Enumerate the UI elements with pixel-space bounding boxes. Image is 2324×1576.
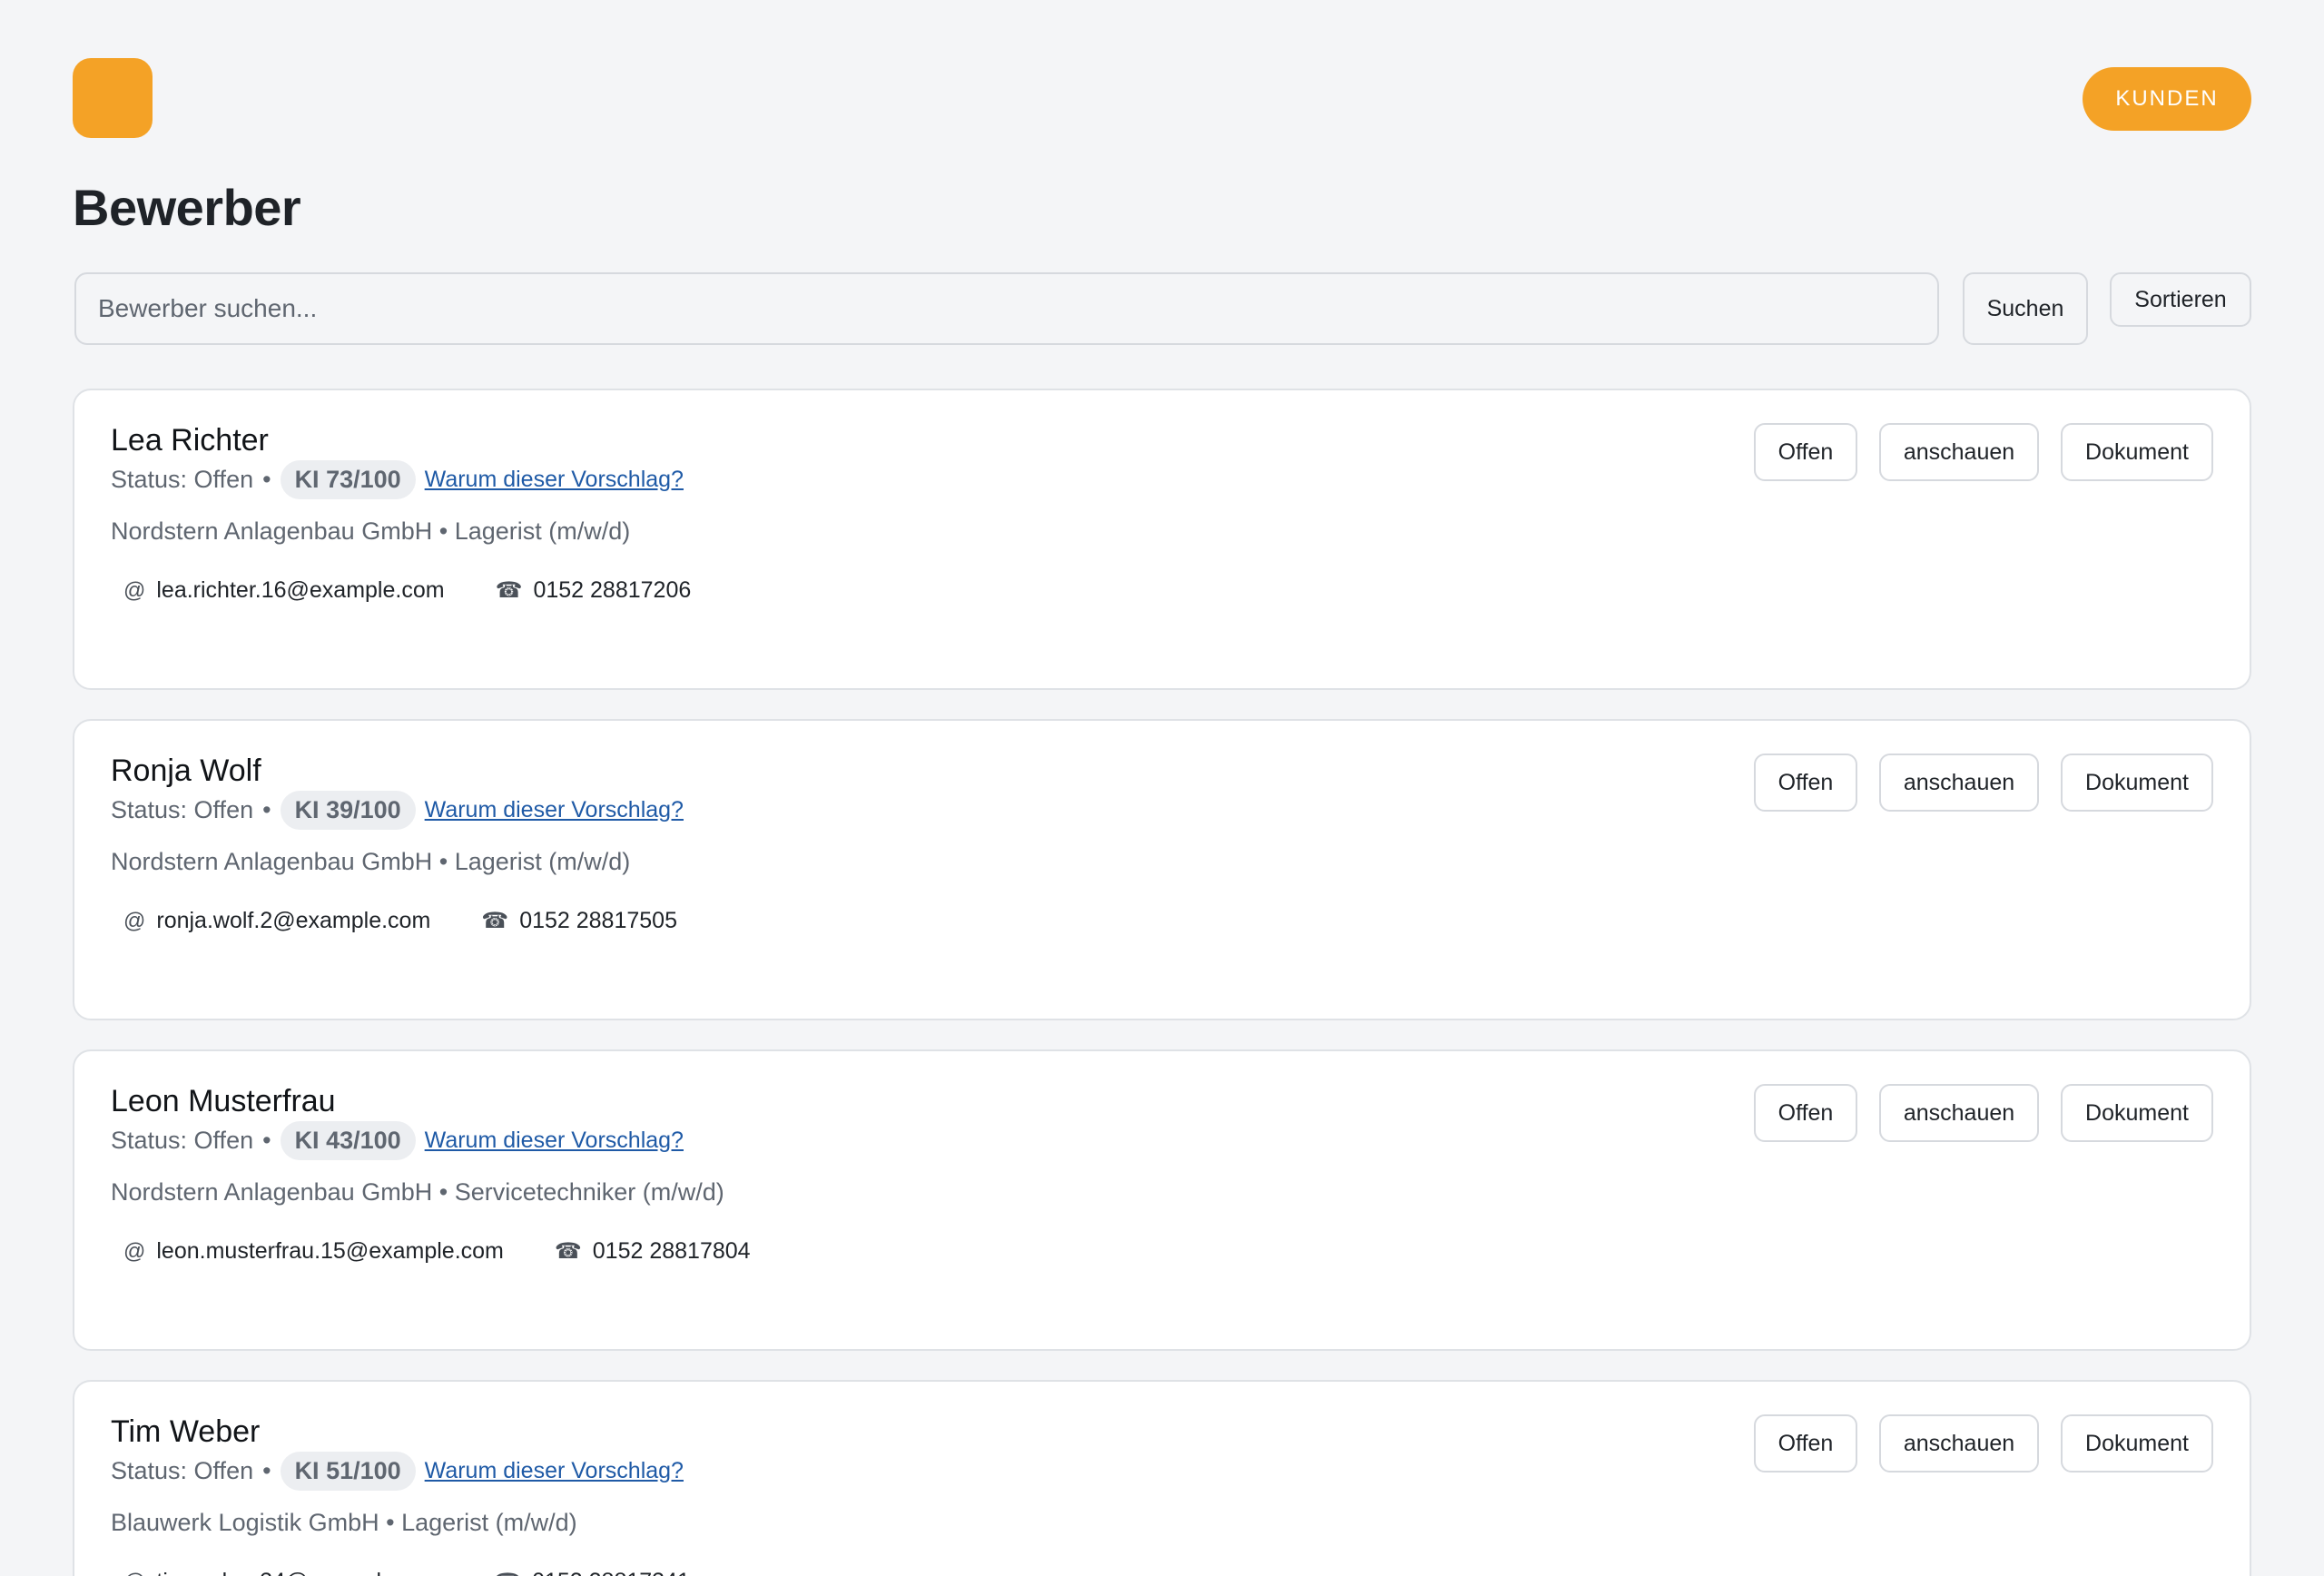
meta-separator: • [262, 465, 271, 493]
card-actions: Offen anschauen Dokument [1754, 423, 2213, 481]
search-input[interactable] [74, 272, 1939, 345]
candidate-meta: Status: Offen • KI 39/100 Warum dieser V… [111, 790, 684, 830]
email-text: leon.musterfrau.15@example.com [156, 1238, 504, 1264]
why-suggestion-link[interactable]: Warum dieser Vorschlag? [425, 797, 684, 823]
contact-phone[interactable]: ☎ 0152 28817804 [555, 1238, 751, 1265]
why-suggestion-link[interactable]: Warum dieser Vorschlag? [425, 1458, 684, 1484]
company-separator: • [438, 1178, 448, 1206]
position-name: Servicetechniker (m/w/d) [454, 1178, 724, 1206]
candidate-card: Leon Musterfrau Status: Offen • KI 43/10… [73, 1049, 2251, 1351]
document-button[interactable]: Dokument [2061, 423, 2213, 481]
contact-email[interactable]: @ leon.musterfrau.15@example.com [123, 1238, 504, 1265]
why-suggestion-link[interactable]: Warum dieser Vorschlag? [425, 1128, 684, 1154]
company-name: Nordstern Anlagenbau GmbH [111, 848, 433, 875]
email-text: lea.richter.16@example.com [156, 577, 445, 603]
phone-icon: ☎ [494, 1569, 521, 1576]
candidate-name: Tim Weber [111, 1414, 261, 1449]
card-actions: Offen anschauen Dokument [1754, 1084, 2213, 1142]
ki-score-badge: KI 43/100 [280, 1120, 416, 1160]
page-title: Bewerber [73, 179, 301, 236]
company-separator: • [438, 517, 448, 545]
position-name: Lagerist (m/w/d) [454, 517, 631, 545]
company-name: Nordstern Anlagenbau GmbH [111, 1178, 433, 1206]
ki-score-badge: KI 39/100 [280, 790, 416, 830]
status-button[interactable]: Offen [1754, 754, 1857, 812]
document-button[interactable]: Dokument [2061, 1084, 2213, 1142]
contact-email[interactable]: @ ronja.wolf.2@example.com [123, 908, 430, 934]
candidate-contacts: @ ronja.wolf.2@example.com ☎ 0152 288175… [123, 908, 677, 934]
ki-score-badge: KI 51/100 [280, 1451, 416, 1491]
document-button[interactable]: Dokument [2061, 1414, 2213, 1473]
phone-icon: ☎ [495, 578, 523, 603]
view-button[interactable]: anschauen [1879, 423, 2039, 481]
candidate-name: Ronja Wolf [111, 754, 261, 788]
contact-phone[interactable]: ☎ 0152 28817206 [496, 577, 692, 604]
candidate-company-position: Nordstern Anlagenbau GmbH • Servicetechn… [111, 1178, 724, 1207]
candidate-status: Status: Offen [111, 1456, 254, 1484]
status-button[interactable]: Offen [1754, 423, 1857, 481]
candidate-status: Status: Offen [111, 795, 254, 823]
sort-button[interactable]: Sortieren [2110, 272, 2251, 327]
candidate-name: Lea Richter [111, 423, 269, 458]
email-icon: @ [123, 577, 146, 603]
email-text: tim.weber.34@example.com [156, 1569, 443, 1576]
candidate-card: Tim Weber Status: Offen • KI 51/100 Waru… [73, 1380, 2251, 1576]
candidate-company-position: Nordstern Anlagenbau GmbH • Lagerist (m/… [111, 848, 630, 876]
meta-separator: • [262, 1456, 271, 1484]
phone-icon: ☎ [554, 1239, 582, 1264]
company-separator: • [438, 848, 448, 875]
candidate-contacts: @ tim.weber.34@example.com ☎ 0152 288173… [123, 1569, 690, 1576]
candidate-meta: Status: Offen • KI 43/100 Warum dieser V… [111, 1120, 684, 1160]
phone-text: 0152 28817341 [532, 1569, 690, 1576]
email-icon: @ [123, 1570, 145, 1576]
view-button[interactable]: anschauen [1879, 1414, 2039, 1473]
contact-email[interactable]: @ tim.weber.34@example.com [123, 1569, 443, 1576]
company-name: Blauwerk Logistik GmbH [111, 1509, 379, 1536]
contact-email[interactable]: @ lea.richter.16@example.com [123, 577, 445, 604]
document-button[interactable]: Dokument [2061, 754, 2213, 812]
contact-phone[interactable]: ☎ 0152 28817505 [481, 908, 677, 934]
card-actions: Offen anschauen Dokument [1754, 1414, 2213, 1473]
candidate-company-position: Nordstern Anlagenbau GmbH • Lagerist (m/… [111, 517, 630, 546]
why-suggestion-link[interactable]: Warum dieser Vorschlag? [425, 467, 684, 493]
candidate-card: Lea Richter Status: Offen • KI 73/100 Wa… [73, 389, 2251, 690]
status-button[interactable]: Offen [1754, 1084, 1857, 1142]
candidate-meta: Status: Offen • KI 73/100 Warum dieser V… [111, 459, 684, 499]
candidate-contacts: @ leon.musterfrau.15@example.com ☎ 0152 … [123, 1238, 751, 1265]
position-name: Lagerist (m/w/d) [401, 1509, 577, 1536]
status-button[interactable]: Offen [1754, 1414, 1857, 1473]
email-icon: @ [123, 1238, 146, 1264]
contact-phone[interactable]: ☎ 0152 28817341 [494, 1569, 690, 1576]
position-name: Lagerist (m/w/d) [454, 848, 631, 875]
view-button[interactable]: anschauen [1879, 754, 2039, 812]
phone-icon: ☎ [481, 909, 509, 933]
email-icon: @ [123, 908, 146, 933]
view-button[interactable]: anschauen [1879, 1084, 2039, 1142]
candidate-contacts: @ lea.richter.16@example.com ☎ 0152 2881… [123, 577, 691, 604]
ki-score-badge: KI 73/100 [280, 459, 416, 499]
candidate-company-position: Blauwerk Logistik GmbH • Lagerist (m/w/d… [111, 1509, 577, 1537]
page: KUNDEN Bewerber Suchen Sortieren Lea Ric… [0, 0, 2324, 1576]
candidate-status: Status: Offen [111, 1126, 254, 1154]
phone-text: 0152 28817505 [519, 908, 677, 933]
candidate-card: Ronja Wolf Status: Offen • KI 39/100 War… [73, 719, 2251, 1020]
candidate-meta: Status: Offen • KI 51/100 Warum dieser V… [111, 1451, 684, 1491]
email-text: ronja.wolf.2@example.com [156, 908, 431, 933]
logo[interactable] [73, 58, 153, 138]
phone-text: 0152 28817804 [592, 1238, 751, 1264]
phone-text: 0152 28817206 [533, 577, 692, 603]
search-button[interactable]: Suchen [1963, 272, 2088, 345]
company-name: Nordstern Anlagenbau GmbH [111, 517, 433, 545]
candidate-name: Leon Musterfrau [111, 1084, 336, 1118]
meta-separator: • [262, 1126, 271, 1154]
company-separator: • [386, 1509, 395, 1536]
meta-separator: • [262, 795, 271, 823]
candidate-status: Status: Offen [111, 465, 254, 493]
card-actions: Offen anschauen Dokument [1754, 754, 2213, 812]
customers-nav-button[interactable]: KUNDEN [2083, 67, 2251, 131]
